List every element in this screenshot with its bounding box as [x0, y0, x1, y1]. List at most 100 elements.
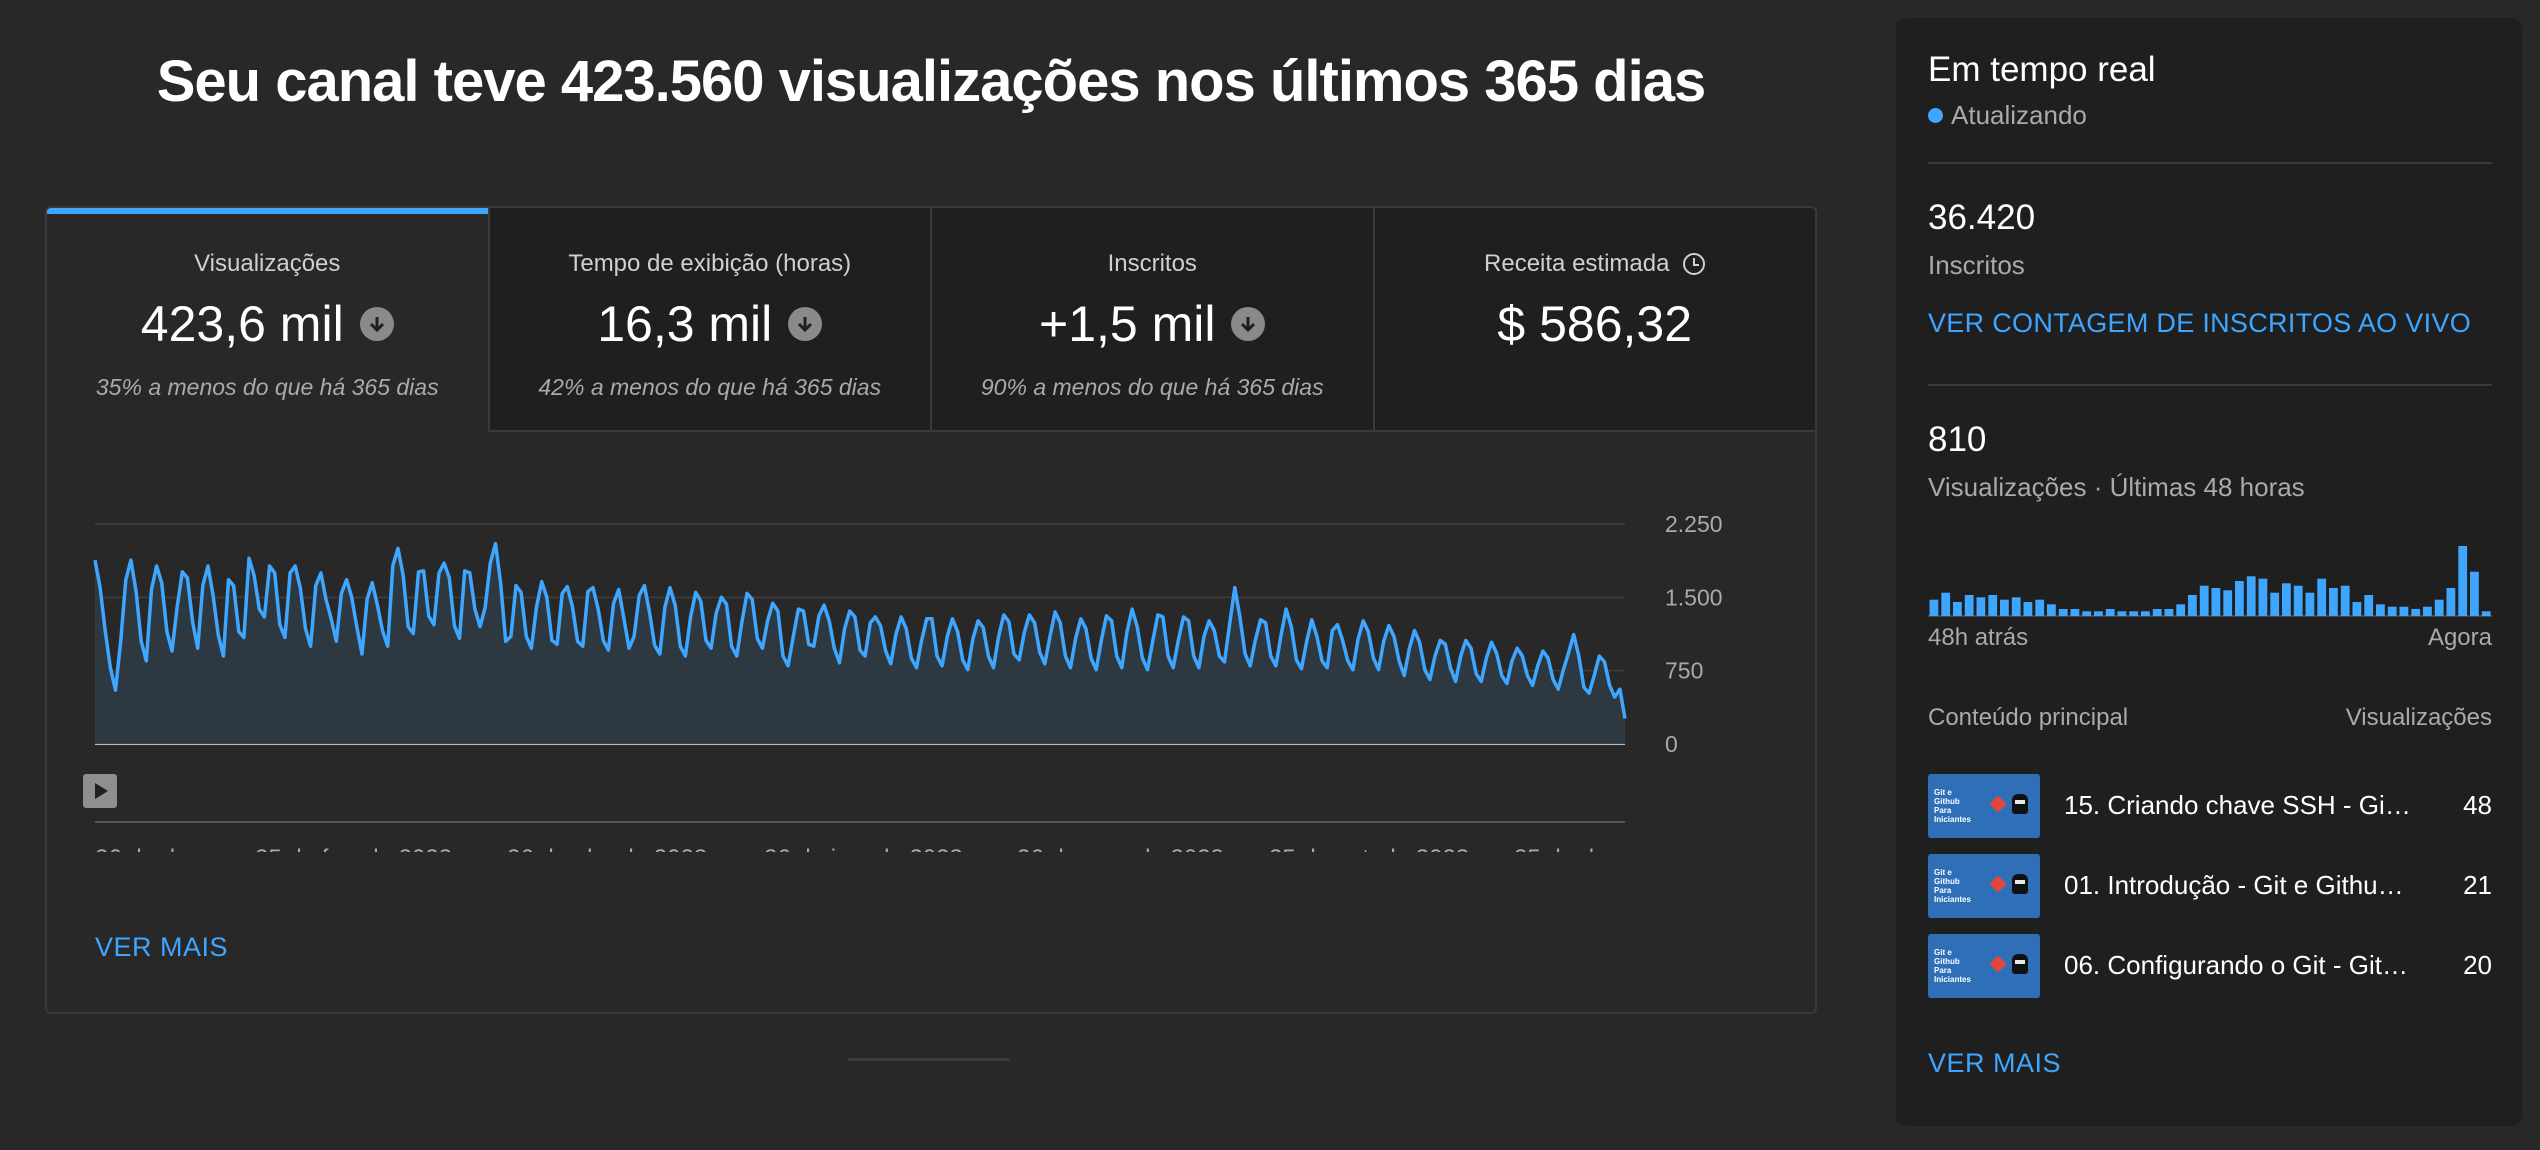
status-text: Atualizando: [1951, 100, 2087, 130]
hourly-bar[interactable]: [2117, 611, 2127, 616]
hourly-bar[interactable]: [2293, 585, 2303, 616]
y-tick-label: 750: [1665, 658, 1703, 684]
hourly-bar[interactable]: [2000, 599, 2009, 616]
hourly-bar[interactable]: [2223, 590, 2233, 616]
hourly-bar[interactable]: [2270, 592, 2280, 616]
top-content-row[interactable]: Git e Github Para Iniciantes 15. Criando…: [1928, 774, 2492, 840]
hourly-bar[interactable]: [2094, 611, 2103, 616]
views-line-chart[interactable]: 2.250 1.500 750 0 26 de de... 25 de fev. de 2…: [47, 432, 1815, 852]
tab-label: Inscritos: [1107, 250, 1197, 277]
hourly-bar[interactable]: [1941, 592, 1951, 616]
git-logo-icon: [1989, 875, 2007, 893]
x-tick-label: 26 de ago. de 2023: [1017, 845, 1224, 852]
hourly-bar[interactable]: [2399, 606, 2409, 616]
hourly-bar[interactable]: [2329, 588, 2338, 616]
hourly-bar[interactable]: [2176, 604, 2186, 616]
hourly-bar[interactable]: [2481, 611, 2491, 616]
tab-value: +1,5 mil: [1039, 296, 1216, 352]
top-content-row[interactable]: Git e Github Para Iniciantes 01. Introdu…: [1928, 854, 2492, 920]
ver-mais-button[interactable]: VER MAIS: [95, 932, 228, 963]
hourly-bar[interactable]: [2211, 588, 2221, 616]
hourly-bar[interactable]: [2376, 604, 2385, 616]
hourly-bar[interactable]: [2352, 602, 2362, 616]
hourly-bar[interactable]: [2387, 606, 2397, 616]
hourly-bar[interactable]: [2235, 581, 2244, 616]
x-tick-label: 26 de jun. de 2023: [764, 845, 963, 852]
video-title: 01. Introdução - Git e Github Para Inici…: [2064, 870, 2414, 900]
tab-value: 16,3 mil: [597, 296, 773, 352]
ver-mais-button[interactable]: VER MAIS: [1928, 1048, 2061, 1079]
thumbnail-text: Git e Github Para Iniciantes: [1934, 948, 1971, 984]
hourly-bar[interactable]: [1964, 595, 1974, 616]
hourly-bar[interactable]: [2070, 609, 2080, 616]
hourly-bar[interactable]: [2340, 585, 2350, 616]
hourly-bar[interactable]: [2164, 609, 2174, 616]
hourly-bar[interactable]: [2446, 588, 2456, 616]
hourly-bar[interactable]: [2458, 546, 2468, 616]
tab-value: $ 586,32: [1497, 296, 1693, 352]
git-logo-icon: [1989, 955, 2007, 973]
hourly-bar[interactable]: [2023, 602, 2033, 616]
hourly-bar[interactable]: [2423, 606, 2432, 616]
hourly-bar[interactable]: [1988, 595, 1998, 616]
realtime-views-label: Visualizações · Últimas 48 horas: [1928, 472, 2305, 502]
hourly-bar[interactable]: [2011, 597, 2021, 616]
video-thumbnail: Git e Github Para Iniciantes: [1928, 854, 2040, 918]
hourly-bar[interactable]: [2470, 571, 2479, 616]
tab-revenue[interactable]: Receita estimada $ 586,32: [1374, 208, 1816, 432]
arrow-down-circle-icon: [1231, 307, 1266, 341]
tab-watch-time[interactable]: Tempo de exibição (horas) 16,3 mil 42% a…: [489, 208, 932, 432]
x-tick-label: 26 de de...: [95, 845, 208, 852]
hourly-bar[interactable]: [2035, 599, 2045, 616]
tab-views[interactable]: Visualizações 423,6 mil 35% a menos do q…: [47, 208, 490, 432]
play-icon[interactable]: [83, 774, 117, 808]
hourly-bar[interactable]: [2305, 592, 2315, 616]
hourly-bar[interactable]: [2246, 576, 2256, 616]
x-tick-label: 25 de fev. de 2023: [255, 845, 452, 852]
y-tick-label: 1.500: [1665, 584, 1723, 610]
metrics-card: Visualizações 423,6 mil 35% a menos do q…: [45, 206, 1817, 1014]
realtime-status: Atualizando: [1928, 100, 2087, 131]
tab-label: Visualizações: [194, 250, 341, 277]
tab-comparison-note: 35% a menos do que há 365 dias: [95, 374, 439, 400]
realtime-views-count: 810: [1928, 420, 1987, 459]
realtime-title: Em tempo real: [1928, 50, 2156, 89]
hourly-bar[interactable]: [2199, 585, 2209, 616]
hourly-bar[interactable]: [2105, 609, 2115, 616]
top-content-views-header: Visualizações: [2345, 704, 2492, 731]
hourly-bar[interactable]: [2434, 599, 2444, 616]
hourly-bar[interactable]: [2129, 611, 2139, 616]
video-views: 21: [2463, 870, 2492, 900]
hourly-bar[interactable]: [2411, 609, 2421, 616]
tab-value-row: $ 586,32: [1375, 294, 1816, 354]
avatar-icon: [2012, 874, 2028, 894]
hourly-views-bar-chart[interactable]: [1928, 528, 2492, 618]
hourly-bar[interactable]: [2364, 595, 2374, 616]
live-subscriber-count-link[interactable]: VER CONTAGEM DE INSCRITOS AO VIVO: [1928, 308, 2471, 339]
hourly-bar[interactable]: [2047, 604, 2056, 616]
mini-chart-axis-start: 48h atrás: [1928, 624, 2029, 651]
divider: [1928, 162, 2492, 164]
tab-value-row: +1,5 mil: [932, 294, 1373, 354]
hourly-bar[interactable]: [2258, 578, 2268, 616]
thumbnail-text: Git e Github Para Iniciantes: [1934, 788, 1971, 824]
hourly-bar[interactable]: [2082, 611, 2092, 616]
video-views: 20: [2463, 950, 2492, 980]
live-dot-icon: [1928, 108, 1943, 123]
hourly-bar[interactable]: [2152, 609, 2162, 616]
tab-comparison-note: 90% a menos do que há 365 dias: [980, 374, 1324, 400]
hourly-bar[interactable]: [2188, 595, 2197, 616]
git-logo-icon: [1989, 795, 2007, 813]
hourly-bar[interactable]: [2058, 609, 2068, 616]
hourly-bar[interactable]: [1953, 602, 1962, 616]
video-title: 06. Configurando o Git - Git e Github Pa…: [2064, 950, 2414, 980]
video-views: 48: [2463, 790, 2492, 820]
hourly-bar[interactable]: [1929, 599, 1939, 616]
hourly-bar[interactable]: [2317, 578, 2327, 616]
hourly-bar[interactable]: [2282, 583, 2291, 616]
tab-subscribers[interactable]: Inscritos +1,5 mil 90% a menos do que há…: [932, 208, 1375, 432]
clock-icon[interactable]: [1683, 253, 1706, 275]
top-content-row[interactable]: Git e Github Para Iniciantes 06. Configu…: [1928, 934, 2492, 1000]
hourly-bar[interactable]: [1976, 597, 1986, 616]
hourly-bar[interactable]: [2141, 611, 2150, 616]
